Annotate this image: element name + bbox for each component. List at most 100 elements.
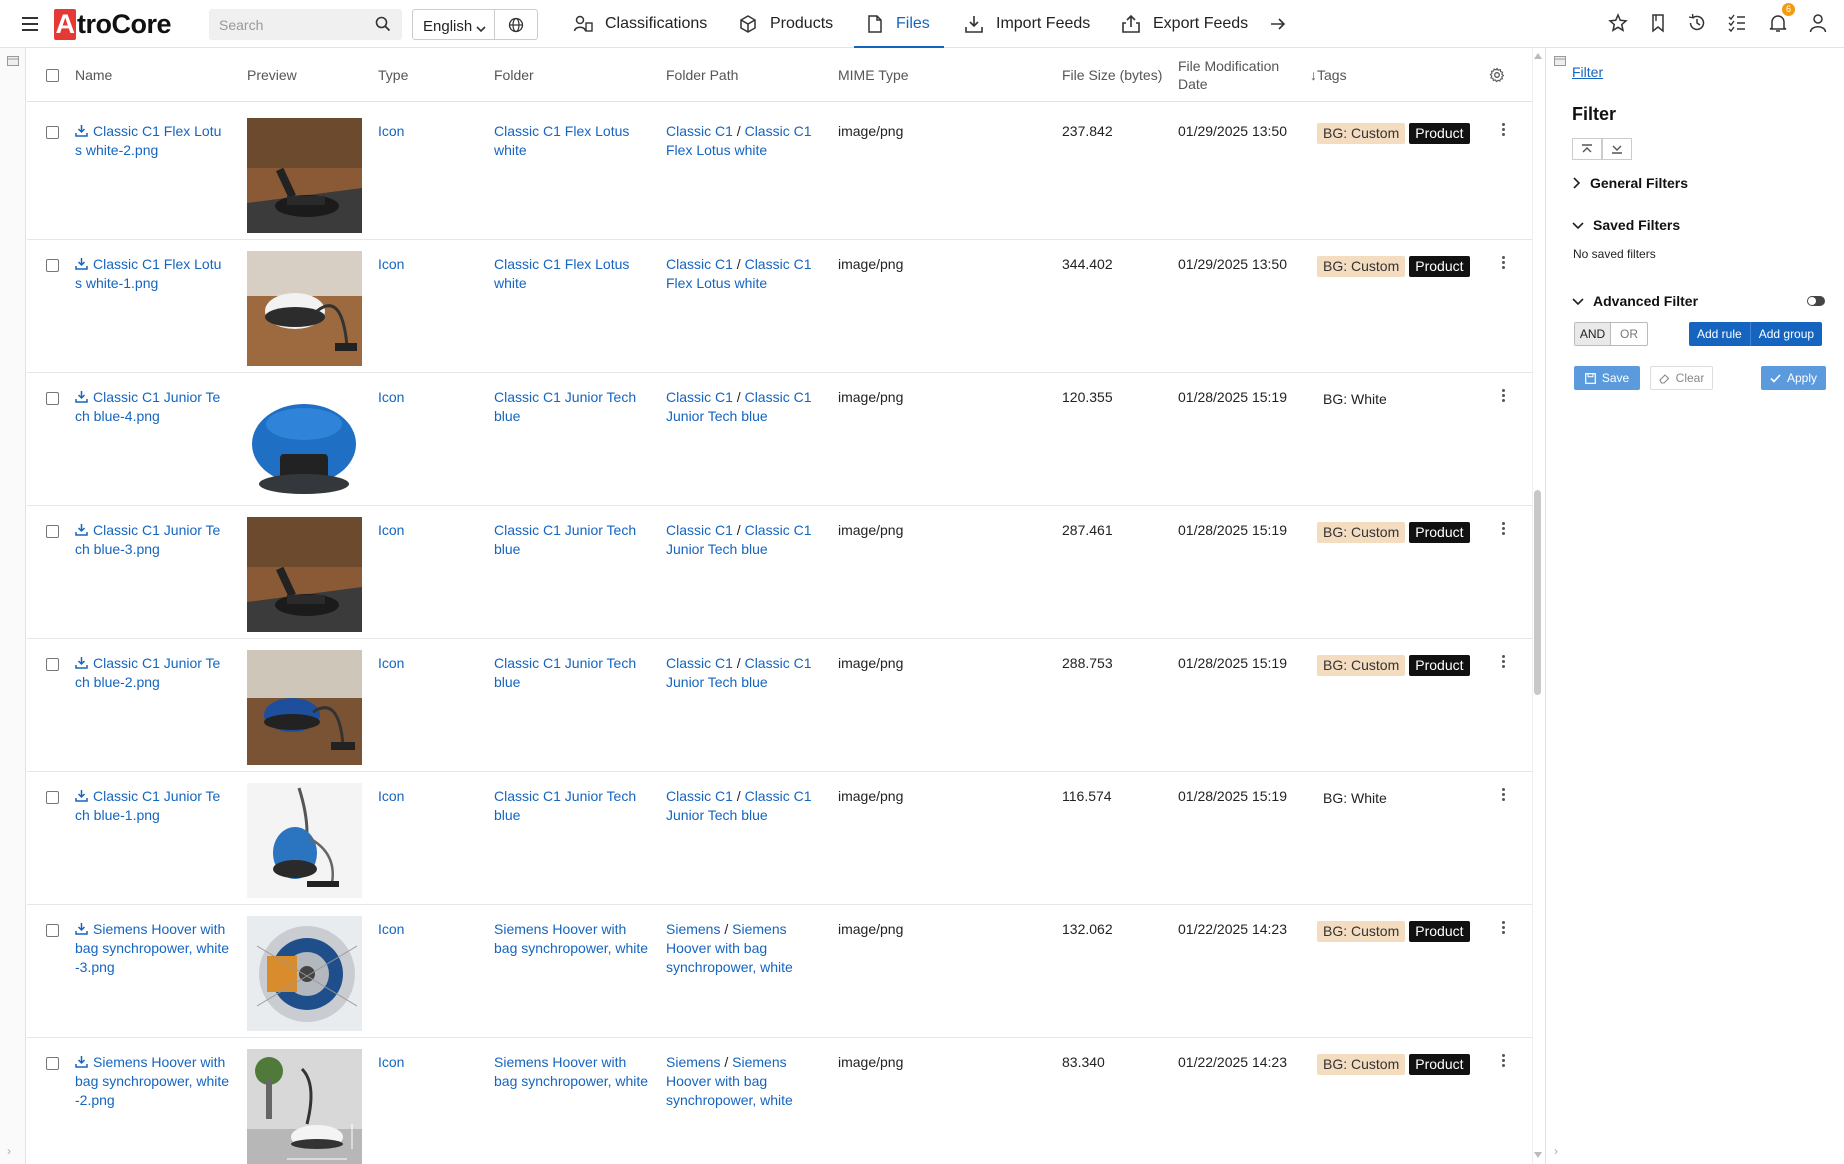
type-link[interactable]: Icon	[378, 920, 404, 939]
type-link[interactable]: Icon	[378, 122, 404, 141]
file-name-link[interactable]: Siemens Hoover with bag synchropower, whi…	[75, 1053, 245, 1110]
scroll-down-icon[interactable]	[1534, 1152, 1542, 1158]
column-header-file-size[interactable]: File Size (bytes)	[1062, 48, 1162, 102]
column-settings-gear-icon[interactable]	[1489, 48, 1505, 102]
folder-link[interactable]: Classic C1 Junior Tech blue	[494, 787, 659, 825]
tasks-icon[interactable]	[1727, 13, 1747, 36]
row-checkbox[interactable]	[46, 924, 59, 937]
table-row[interactable]: Classic C1 Flex Lotu s white-1.png Icon Cla…	[27, 241, 1532, 373]
star-icon[interactable]	[1608, 13, 1628, 36]
folder-path-link[interactable]: Classic C1	[745, 123, 812, 139]
folder-path-link[interactable]: Siemens	[666, 921, 720, 937]
expand-all-button[interactable]	[1602, 138, 1632, 160]
folder-path-link[interactable]: Classic C1	[666, 655, 733, 671]
file-name-link[interactable]: Classic C1 Junior Te ch blue-2.png	[75, 654, 245, 692]
download-icon[interactable]	[75, 124, 88, 137]
download-icon[interactable]	[75, 257, 88, 270]
row-actions-icon[interactable]	[1502, 123, 1506, 138]
folder-link[interactable]: Classic C1 Flex Lotus white	[494, 122, 659, 160]
column-header-tags[interactable]: ↓Tags	[1310, 48, 1347, 102]
folder-path-link[interactable]: Classic C1	[666, 788, 733, 804]
add-rule-button[interactable]: Add rule	[1689, 322, 1750, 346]
search-input[interactable]	[210, 10, 360, 39]
row-checkbox[interactable]	[46, 392, 59, 405]
or-button[interactable]: OR	[1611, 323, 1647, 345]
type-link[interactable]: Icon	[378, 787, 404, 806]
preview-thumbnail[interactable]	[247, 1049, 362, 1164]
folder-path-link[interactable]: Junior Tech blue	[666, 674, 768, 690]
folder-path-link[interactable]: Classic C1	[745, 655, 812, 671]
type-link[interactable]: Icon	[378, 521, 404, 540]
nav-tab-import-feeds[interactable]: Import Feeds	[964, 0, 1090, 48]
folder-link[interactable]: Classic C1 Flex Lotus white	[494, 255, 659, 293]
folder-path-link[interactable]: Classic C1	[745, 788, 812, 804]
type-link[interactable]: Icon	[378, 388, 404, 407]
row-actions-icon[interactable]	[1502, 522, 1506, 537]
column-header-name[interactable]: Name	[75, 48, 112, 102]
column-header-mime-type[interactable]: MIME Type	[838, 48, 909, 102]
add-group-button[interactable]: Add group	[1749, 322, 1823, 346]
row-checkbox[interactable]	[46, 126, 59, 139]
preview-thumbnail[interactable]	[247, 118, 362, 233]
clear-filter-button[interactable]: Clear	[1650, 366, 1713, 390]
folder-path-link[interactable]: Junior Tech blue	[666, 807, 768, 823]
type-link[interactable]: Icon	[378, 1053, 404, 1072]
row-actions-icon[interactable]	[1502, 1054, 1506, 1069]
folder-link[interactable]: Siemens Hoover with bag synchropower, whi…	[494, 920, 659, 958]
folder-link[interactable]: Classic C1 Junior Tech blue	[494, 654, 659, 692]
folder-path-link[interactable]: Classic C1	[666, 123, 733, 139]
apply-filter-button[interactable]: Apply	[1761, 366, 1826, 390]
folder-path-link[interactable]: Siemens	[666, 1054, 720, 1070]
saved-filters-toggle[interactable]: Saved Filters	[1572, 217, 1680, 233]
menu-icon[interactable]	[22, 17, 38, 31]
row-actions-icon[interactable]	[1502, 788, 1506, 803]
folder-path-link[interactable]: synchropower, white	[666, 1092, 793, 1108]
folder-path-link[interactable]: synchropower, white	[666, 959, 793, 975]
folder-path-link[interactable]: Classic C1	[666, 256, 733, 272]
user-icon[interactable]	[1808, 13, 1828, 36]
panel-toggle-icon[interactable]	[1554, 56, 1566, 66]
and-button[interactable]: AND	[1575, 323, 1611, 345]
arrow-right-icon[interactable]	[1269, 15, 1287, 36]
row-actions-icon[interactable]	[1502, 655, 1506, 670]
advanced-filter-switch[interactable]	[1807, 296, 1825, 306]
folder-path-link[interactable]: Siemens	[732, 1054, 786, 1070]
column-header-preview[interactable]: Preview	[247, 48, 297, 102]
expand-right-icon[interactable]: ›	[1554, 1144, 1558, 1158]
folder-link[interactable]: Classic C1 Junior Tech blue	[494, 521, 659, 559]
folder-path-link[interactable]: Junior Tech blue	[666, 541, 768, 557]
advanced-filter-toggle[interactable]: Advanced Filter	[1572, 293, 1698, 309]
folder-path-link[interactable]: Classic C1	[745, 522, 812, 538]
table-row[interactable]: Classic C1 Junior Te ch blue-4.png Icon Cla…	[27, 374, 1532, 506]
column-header-modification-date[interactable]: File Modification Date	[1178, 48, 1279, 102]
folder-path-link[interactable]: Junior Tech blue	[666, 408, 768, 424]
row-actions-icon[interactable]	[1502, 389, 1506, 404]
save-filter-button[interactable]: Save	[1574, 366, 1640, 390]
download-icon[interactable]	[75, 789, 88, 802]
history-icon[interactable]	[1687, 13, 1707, 36]
download-icon[interactable]	[75, 1055, 88, 1068]
select-all-checkbox[interactable]	[46, 68, 59, 82]
expand-left-icon[interactable]: ›	[7, 1144, 11, 1158]
nav-tab-export-feeds[interactable]: Export Feeds	[1121, 0, 1248, 48]
table-row[interactable]: Classic C1 Junior Te ch blue-1.png Icon Cla…	[27, 773, 1532, 905]
preview-thumbnail[interactable]	[247, 517, 362, 632]
row-actions-icon[interactable]	[1502, 921, 1506, 936]
file-name-link[interactable]: Siemens Hoover with bag synchropower, whi…	[75, 920, 245, 977]
preview-thumbnail[interactable]	[247, 783, 362, 898]
folder-path-link[interactable]: Hoover with bag	[666, 940, 767, 956]
bell-icon[interactable]	[1768, 13, 1788, 36]
table-row[interactable]: Classic C1 Junior Te ch blue-3.png Icon Cla…	[27, 507, 1532, 639]
nav-tab-products[interactable]: Products	[738, 0, 833, 48]
row-checkbox[interactable]	[46, 791, 59, 804]
column-header-type[interactable]: Type	[378, 48, 408, 102]
row-checkbox[interactable]	[46, 259, 59, 272]
search-icon[interactable]	[375, 16, 391, 35]
folder-path-link[interactable]: Flex Lotus white	[666, 142, 767, 158]
row-checkbox[interactable]	[46, 1057, 59, 1070]
bookmark-icon[interactable]	[1648, 13, 1668, 36]
row-actions-icon[interactable]	[1502, 256, 1506, 271]
preview-thumbnail[interactable]	[247, 384, 362, 499]
nav-tab-classifications[interactable]: Classifications	[573, 0, 707, 48]
preview-thumbnail[interactable]	[247, 916, 362, 1031]
